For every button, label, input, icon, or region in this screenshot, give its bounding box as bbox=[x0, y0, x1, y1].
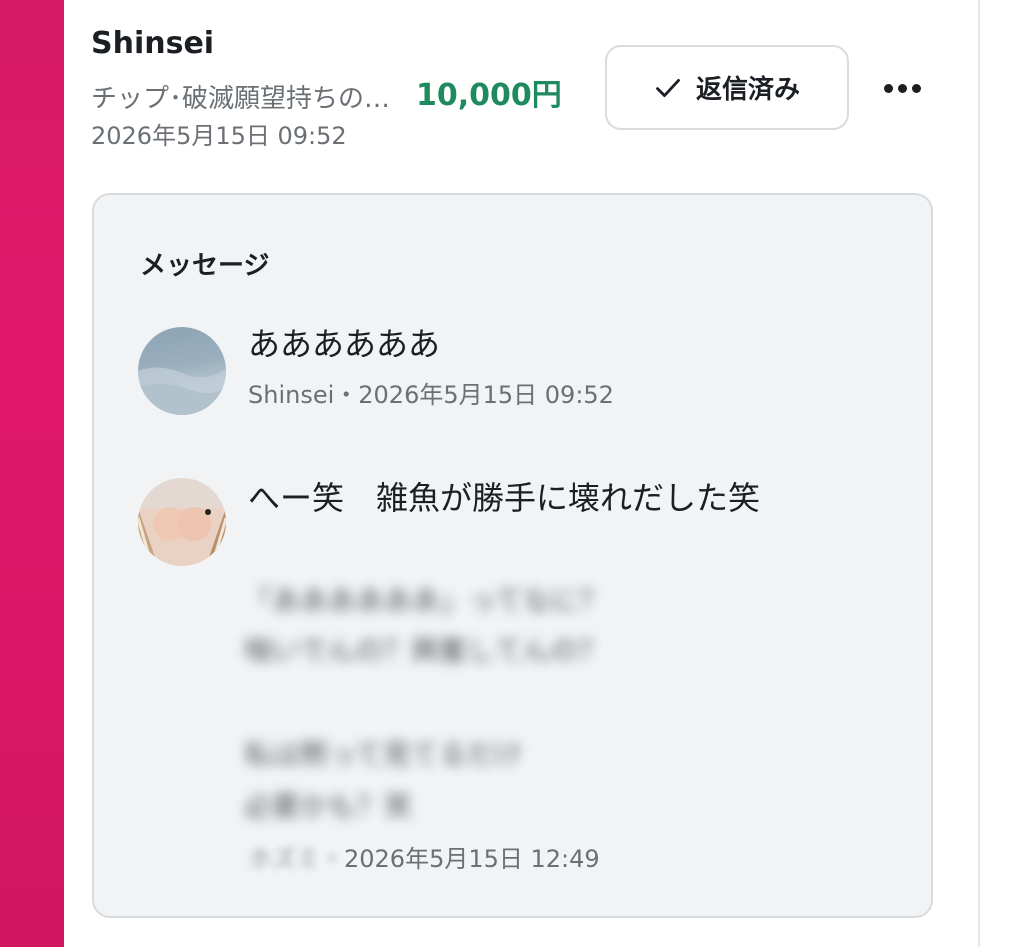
right-panel bbox=[980, 0, 1024, 947]
sender-avatar[interactable] bbox=[138, 327, 226, 415]
replied-button[interactable]: 返信済み bbox=[605, 45, 849, 130]
message-time: 2026年5月15日 12:49 bbox=[344, 845, 600, 873]
message-section-title: メッセージ bbox=[140, 251, 270, 281]
message-meta: Shinsei・2026年5月15日 09:52 bbox=[248, 381, 614, 409]
blurred-sender: ホズミ・ bbox=[248, 845, 344, 873]
blurred-text: 「ああああああ」ってなに？ bbox=[244, 584, 607, 617]
tip-plan-label: チップ･破滅願望持ちの… bbox=[91, 84, 391, 114]
blurred-text: 私は黙って見てるだけ bbox=[244, 738, 523, 771]
check-icon bbox=[656, 78, 680, 97]
avatar-image bbox=[138, 367, 226, 415]
message-text: ああああああ bbox=[248, 325, 441, 363]
blurred-text: 必要かも？笑 bbox=[244, 790, 413, 823]
message-meta: ホズミ・2026年5月15日 12:49 bbox=[248, 839, 600, 874]
creator-avatar[interactable] bbox=[138, 478, 226, 566]
accent-bar bbox=[0, 0, 64, 947]
blurred-text: 喘いでんの？興奮してんの？ bbox=[244, 634, 607, 667]
message-text: へー笑 雑魚が勝手に壊れだした笑 bbox=[248, 479, 761, 517]
more-options-button[interactable] bbox=[870, 66, 934, 110]
supporter-name[interactable]: Shinsei bbox=[91, 26, 214, 61]
more-horizontal-icon bbox=[883, 83, 893, 93]
avatar-image bbox=[138, 478, 226, 566]
message-card: メッセージ ああああああ Shinsei・2026年5月15日 09:52 へー… bbox=[92, 193, 933, 918]
tip-amount: 10,000円 bbox=[416, 78, 562, 113]
tip-datetime: 2026年5月15日 09:52 bbox=[91, 122, 347, 150]
replied-label: 返信済み bbox=[695, 75, 800, 105]
